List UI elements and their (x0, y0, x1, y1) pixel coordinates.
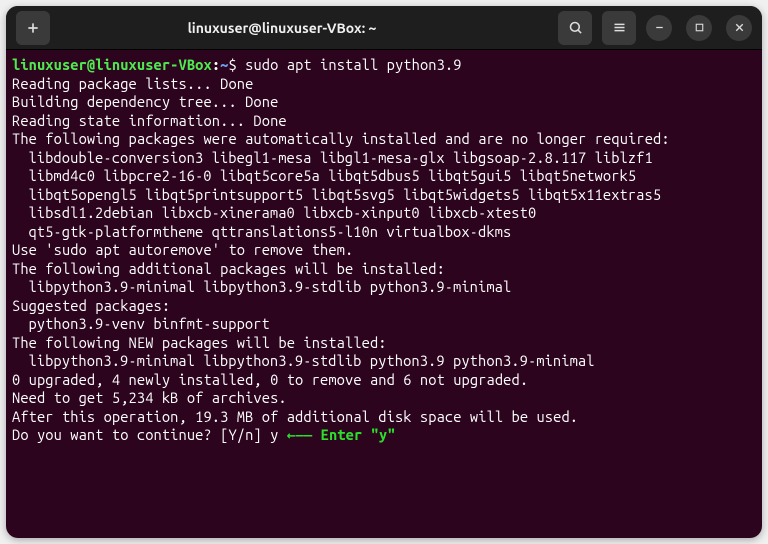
prompt-dollar: $ (228, 56, 236, 73)
output-line: qt5-gtk-platformtheme qttranslations5-l1… (12, 223, 756, 242)
hamburger-menu-button[interactable] (602, 11, 636, 45)
close-button[interactable] (726, 15, 752, 41)
output-line: Use 'sudo apt autoremove' to remove them… (12, 241, 756, 260)
minimize-button[interactable] (646, 15, 672, 41)
output-line: libmd4c0 libpcre2-16-0 libqt5core5a libq… (12, 167, 756, 186)
titlebar: linuxuser@linuxuser-VBox: ~ (6, 6, 762, 50)
annotation-text: Enter "y" (321, 426, 396, 443)
prompt-line: linuxuser@linuxuser-VBox:~$ sudo apt ins… (12, 56, 756, 75)
terminal-window: linuxuser@linuxuser-VBox: ~ linuxuser@li… (6, 6, 762, 538)
arrow-icon: ←—— (278, 426, 320, 443)
search-button[interactable] (558, 11, 592, 45)
continue-prompt: Do you want to continue? [Y/n] (12, 426, 270, 443)
output-line: python3.9-venv binfmt-support (12, 315, 756, 334)
output-line: libpython3.9-minimal libpython3.9-stdlib… (12, 352, 756, 371)
terminal-body[interactable]: linuxuser@linuxuser-VBox:~$ sudo apt ins… (6, 50, 762, 538)
window-title: linuxuser@linuxuser-VBox: ~ (188, 20, 377, 36)
new-tab-button[interactable] (16, 11, 50, 45)
output-line: 0 upgraded, 4 newly installed, 0 to remo… (12, 371, 756, 390)
output-line: Reading package lists... Done (12, 75, 756, 94)
maximize-button[interactable] (686, 15, 712, 41)
output-line: After this operation, 19.3 MB of additio… (12, 408, 756, 427)
command-text: sudo apt install python3.9 (237, 56, 462, 73)
output-line: Need to get 5,234 kB of archives. (12, 389, 756, 408)
output-line: The following NEW packages will be insta… (12, 334, 756, 353)
window-controls (646, 15, 752, 41)
continue-prompt-line: Do you want to continue? [Y/n] y ←—— Ent… (12, 426, 756, 445)
output-line: Suggested packages: (12, 297, 756, 316)
output-line: The following packages were automaticall… (12, 130, 756, 149)
output-line: Reading state information... Done (12, 112, 756, 131)
title-section: linuxuser@linuxuser-VBox: ~ (16, 20, 548, 36)
output-line: libsdl1.2debian libxcb-xinerama0 libxcb-… (12, 204, 756, 223)
prompt-user: linuxuser@linuxuser-VBox (12, 56, 212, 73)
output-line: The following additional packages will b… (12, 260, 756, 279)
output-line: libqt5opengl5 libqt5printsupport5 libqt5… (12, 186, 756, 205)
output-line: libdouble-conversion3 libegl1-mesa libgl… (12, 149, 756, 168)
output-line: libpython3.9-minimal libpython3.9-stdlib… (12, 278, 756, 297)
output-line: Building dependency tree... Done (12, 93, 756, 112)
prompt-sep: : (212, 56, 220, 73)
